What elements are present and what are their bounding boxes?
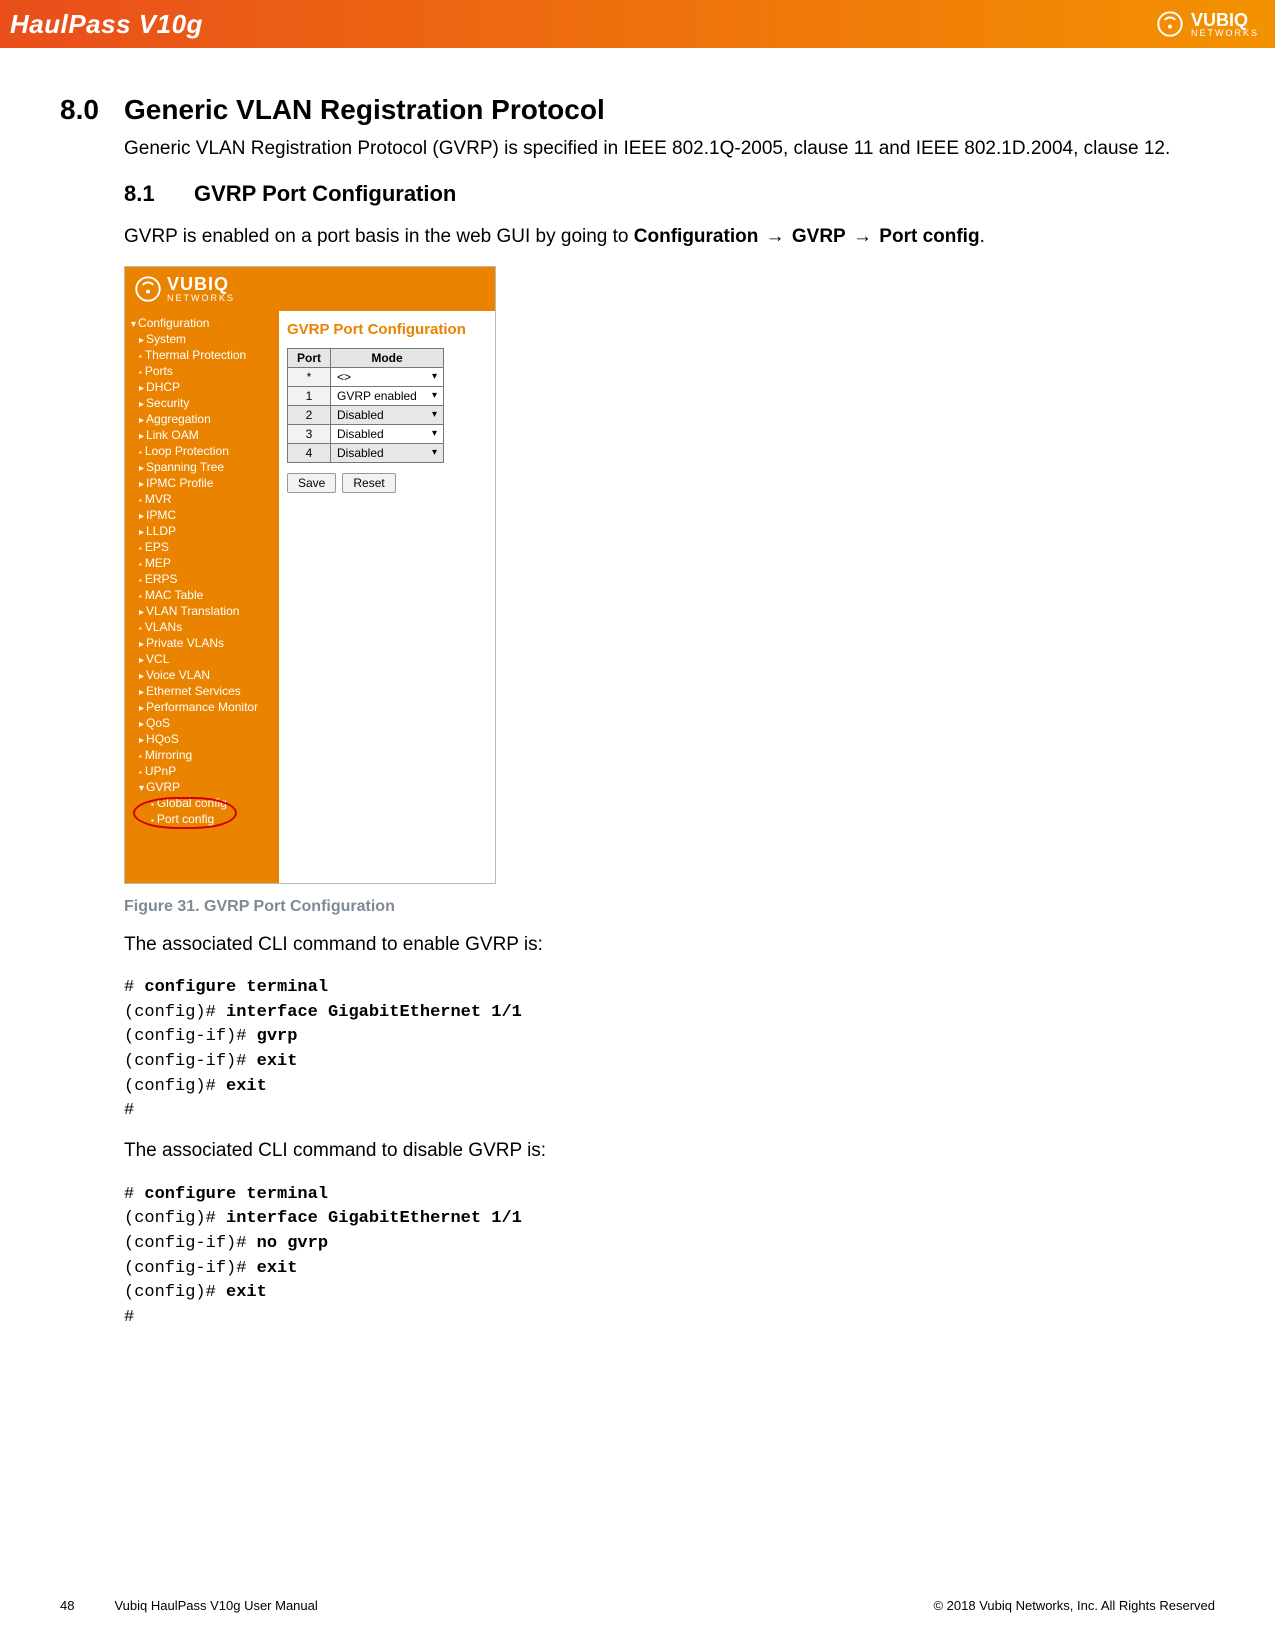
nav-item[interactable]: Loop Protection [129,443,279,459]
th-port: Port [288,348,331,367]
nav-item[interactable]: Ethernet Services [129,683,279,699]
nav-item[interactable]: EPS [129,539,279,555]
nav-item[interactable]: UPnP [129,763,279,779]
figure-caption: Figure 31. GVRP Port Configuration [124,898,1215,916]
cell-port: * [288,367,331,386]
cell-mode[interactable]: Disabled▾ [331,443,444,462]
cell-port: 4 [288,443,331,462]
vubiq-icon [135,276,161,302]
nav-item[interactable]: MEP [129,555,279,571]
nav-item[interactable]: ERPS [129,571,279,587]
cell-port: 1 [288,386,331,405]
subsection-number: 8.1 [124,181,164,207]
nav-item[interactable]: GVRP [129,779,279,795]
cli-disable-lead: The associated CLI command to disable GV… [124,1138,1215,1165]
chevron-down-icon: ▾ [432,390,437,401]
reset-button[interactable]: Reset [342,473,395,493]
nav-item[interactable]: VCL [129,651,279,667]
nav-item[interactable]: LLDP [129,523,279,539]
cell-mode[interactable]: GVRP enabled▾ [331,386,444,405]
section-title: Generic VLAN Registration Protocol [124,94,605,126]
screenshot-main: GVRP Port Configuration Port Mode *<>▾1G… [279,311,495,883]
copyright: © 2018 Vubiq Networks, Inc. All Rights R… [933,1598,1215,1613]
cell-port: 3 [288,424,331,443]
arrow-icon: → [766,226,785,247]
vubiq-icon [1157,11,1183,37]
cli-enable-lead: The associated CLI command to enable GVR… [124,932,1215,959]
nav-item[interactable]: Ports [129,363,279,379]
nav-item[interactable]: Spanning Tree [129,459,279,475]
nav-item[interactable]: Performance Monitor [129,699,279,715]
panel-title: GVRP Port Configuration [287,321,487,338]
nav-item[interactable]: VLANs [129,619,279,635]
chevron-down-icon: ▾ [432,428,437,439]
page-number: 48 [60,1598,74,1613]
subsection-heading: 8.1 GVRP Port Configuration [124,181,1215,207]
nav-item[interactable]: VLAN Translation [129,603,279,619]
cell-mode[interactable]: Disabled▾ [331,405,444,424]
cli-enable-block: # configure terminal (config)# interface… [124,976,1215,1124]
chevron-down-icon: ▾ [432,409,437,420]
breadcrumb-sentence: GVRP is enabled on a port basis in the w… [124,226,1215,248]
nav-item[interactable]: Configuration [129,315,279,331]
nav-item[interactable]: System [129,331,279,347]
header-banner: HaulPass V10g VUBIQNETWORKS [0,0,1275,48]
nav-item[interactable]: Aggregation [129,411,279,427]
nav-item[interactable]: Thermal Protection [129,347,279,363]
th-mode: Mode [331,348,444,367]
nav-item[interactable]: QoS [129,715,279,731]
brand-sub: NETWORKS [1191,29,1259,38]
nav-item[interactable]: DHCP [129,379,279,395]
nav-item[interactable]: Voice VLAN [129,667,279,683]
page-footer: 48 Vubiq HaulPass V10g User Manual © 201… [60,1598,1215,1613]
nav-item[interactable]: IPMC Profile [129,475,279,491]
section-heading: 8.0 Generic VLAN Registration Protocol [60,94,1215,126]
nav-item[interactable]: IPMC [129,507,279,523]
nav-item[interactable]: Link OAM [129,427,279,443]
cli-disable-block: # configure terminal (config)# interface… [124,1183,1215,1331]
nav-item[interactable]: Security [129,395,279,411]
section-number: 8.0 [60,94,110,126]
cell-port: 2 [288,405,331,424]
screenshot-nav: ConfigurationSystemThermal ProtectionPor… [125,311,279,883]
brand-main: VUBIQ [1191,10,1248,30]
chevron-down-icon: ▾ [432,447,437,458]
gvrp-screenshot: VUBIQNETWORKS ConfigurationSystemThermal… [124,266,496,884]
nav-item[interactable]: Port config [129,811,279,827]
arrow-icon: → [853,226,872,247]
cell-mode[interactable]: Disabled▾ [331,424,444,443]
intro-paragraph: Generic VLAN Registration Protocol (GVRP… [124,136,1215,163]
nav-item[interactable]: MVR [129,491,279,507]
product-title: HaulPass V10g [10,9,203,40]
nav-item[interactable]: Private VLANs [129,635,279,651]
save-button[interactable]: Save [287,473,336,493]
gvrp-table: Port Mode *<>▾1GVRP enabled▾2Disabled▾3D… [287,348,444,463]
nav-item[interactable]: Global config [129,795,279,811]
manual-title: Vubiq HaulPass V10g User Manual [114,1598,317,1613]
subsection-title: GVRP Port Configuration [194,181,456,207]
nav-item[interactable]: MAC Table [129,587,279,603]
brand-logo: VUBIQNETWORKS [1157,11,1259,38]
nav-item[interactable]: HQoS [129,731,279,747]
nav-item[interactable]: Mirroring [129,747,279,763]
cell-mode[interactable]: <>▾ [331,367,444,386]
screenshot-header: VUBIQNETWORKS [125,267,495,311]
chevron-down-icon: ▾ [432,371,437,382]
